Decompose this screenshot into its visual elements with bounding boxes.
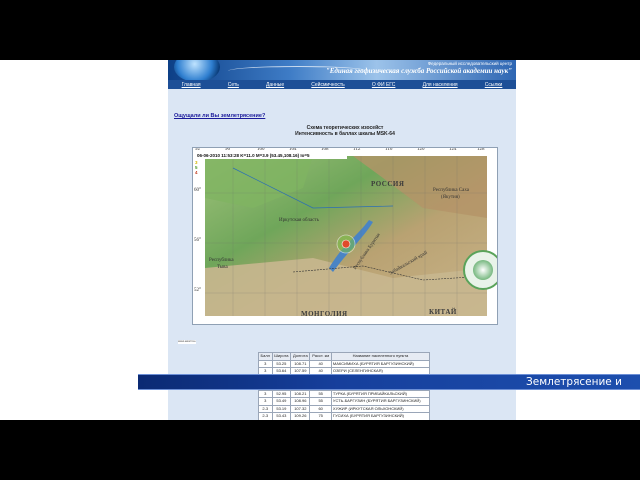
cell: 108.21 [290,389,311,398]
map-title: Схема теоретических изосейст Интенсивнос… [192,125,498,137]
table-row: 3 53.49 108.96 55 УСТЬ-БАРГУЗИН (БУРЯТИЯ БАР… [258,397,431,406]
lon-label: 124° [449,147,459,152]
cell: 3 [258,359,273,368]
seismic-service-emblem-icon [463,250,497,290]
cell: 40 [309,359,332,368]
label-mongolia: МОНГОЛИЯ [301,310,348,318]
cell: 3 [258,397,273,406]
scale-item-4: 4 [195,170,198,175]
label-sakha-1: Республика Саха [433,188,470,193]
nav-network[interactable]: Сеть [228,82,239,88]
label-irkutsk: Иркутская область [279,218,319,223]
nav-data[interactable]: Данные [266,82,284,88]
nav-links[interactable]: Ссылки [485,82,503,88]
cell: 107.32 [290,404,311,413]
nav-public[interactable]: Для населения [423,82,458,88]
table-row: 3 52.95 108.21 55 ТУРКА (БУРЯТИЯ ПРИБАЙКАЛЬС… [258,389,431,398]
epicenter-marker [341,239,351,249]
cell: 53.43 [271,412,292,420]
screen: Федеральный исследовательский центр "Еди… [0,60,640,420]
terrain-map-svg [205,156,488,316]
lon-label: 104° [289,147,299,152]
nav-seismicity[interactable]: Сейсмичность [311,82,344,88]
cell: ТУРКА (БУРЯТИЯ ПРИБАЙКАЛЬСКИЙ) [330,389,431,398]
cell: 2-3 [258,412,273,420]
banner-title: "Единая геофизическая служба Российской … [325,67,512,75]
banner-subtitle: Федеральный исследовательский центр [427,61,512,66]
map-credit: www.seismos.ru [178,340,196,344]
cell: 75 [309,412,332,420]
lat-label: 52° [194,288,201,293]
isoseismal-map: 06-06-2010 11:53:28 K=11.0 M=3.9 (53.45,… [192,147,498,325]
cell: ХУЖИР (ИРКУТСКАЯ ОЛЬХОНСКИЙ) [330,404,431,413]
map-title-line2: Интенсивность в баллах шкалы MSK-64 [295,131,395,137]
lon-label: 108° [321,147,331,152]
table-row: 2-3 53.19 107.32 60 ХУЖИР (ИРКУТСКАЯ ОЛЬХОНС… [258,404,431,413]
col-intensity: Балл [258,352,273,361]
label-china: КИТАЙ [429,308,457,316]
cell: 108.71 [290,359,311,368]
main-nav: Главная Сеть Данные Сейсмичность О ФИ ЕГ… [168,80,516,89]
col-dist: Расст. км [309,352,332,361]
intensity-scale: 3 5 4 [195,160,213,175]
label-tuva-2: Тыва [217,265,228,270]
globe-logo-icon [174,60,220,80]
lat-label: 60° [194,188,201,193]
lon-label: 120° [417,147,427,152]
felt-earthquake-link[interactable]: Ощущали ли Вы землетрясение? [174,113,265,119]
nav-home[interactable]: Главная [182,82,201,88]
cell: 55 [309,397,332,406]
lon-label: 100° [257,147,267,152]
lon-label: 116° [385,147,395,152]
cell: МАКСИМИХА (БУРЯТИЯ БАРГУЗИНСКИЙ) [330,359,431,368]
label-sakha-2: (Якутия) [441,195,460,200]
event-info: 06-06-2010 11:53:28 K=11.0 M=3.9 (53.45,… [195,152,347,159]
lon-label: 112° [353,147,363,152]
cell: 108.96 [290,397,311,406]
lat-label: 56° [194,238,201,243]
col-lon: Долгота [290,352,311,361]
cell: 53.19 [271,404,292,413]
cell: 53.49 [271,397,292,406]
cell: 2-3 [258,404,273,413]
lon-label: 96° [225,147,232,152]
lon-label: 128° [477,147,487,152]
nav-about[interactable]: О ФИ ЕГС [372,82,396,88]
col-lat: Широта [271,352,292,361]
cell: УСТЬ-БАРГУЗИН (БУРЯТИЯ БАРГУЗИНСКИЙ) [330,397,431,406]
cell: 3 [258,389,273,398]
cell: 55 [309,389,332,398]
cell: 109.26 [290,412,311,420]
cell: 53.25 [271,359,292,368]
cell: ГУСИХА (БУРЯТИЯ БАРГУЗИНСКИЙ) [330,412,431,420]
label-russia: РОССИЯ [371,180,405,188]
cell: 60 [309,404,332,413]
col-name: Название населенного пункта [330,352,431,361]
lower-third-text: Землетрясение и [526,376,622,388]
cell: 52.95 [271,389,292,398]
site-banner: Федеральный исследовательский центр "Еди… [168,60,516,80]
label-tuva-1: Республика [209,258,234,263]
table-header-row: Балл Широта Долгота Расст. км Название н… [258,352,431,361]
table-row: 3 53.25 108.71 40 МАКСИМИХА (БУРЯТИЯ БАРГУЗИ… [258,359,431,368]
lon-label: 92° [195,147,202,152]
web-page: Федеральный исследовательский центр "Еди… [168,60,516,420]
news-lower-third: Землетрясение и [138,374,640,390]
table-row: 2-3 53.43 109.26 75 ГУСИХА (БУРЯТИЯ БАРГУЗИН… [258,412,431,420]
